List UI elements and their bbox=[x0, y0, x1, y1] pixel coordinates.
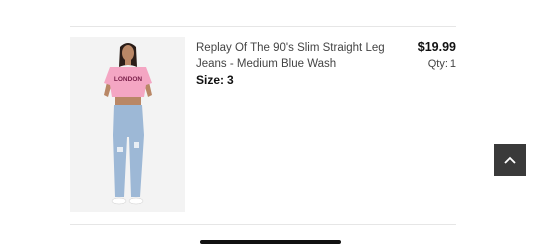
item-divider-bottom bbox=[70, 224, 456, 225]
product-name[interactable]: Replay Of The 90's Slim Straight Leg Jea… bbox=[196, 40, 396, 72]
product-image[interactable]: LONDON bbox=[70, 37, 185, 212]
size-value: 3 bbox=[227, 73, 234, 87]
chevron-up-icon bbox=[504, 151, 516, 169]
qty-value: 1 bbox=[449, 58, 456, 70]
cart-page: LONDON Replay Of The 90's Slim Straight … bbox=[0, 0, 541, 250]
size-label: Size: bbox=[196, 73, 225, 87]
scroll-to-top-button[interactable] bbox=[494, 144, 526, 176]
home-indicator bbox=[200, 240, 341, 244]
svg-text:LONDON: LONDON bbox=[114, 76, 142, 83]
product-price: $19.99 bbox=[417, 40, 456, 54]
qty-label: Qty: bbox=[427, 58, 448, 70]
product-size: Size: 3 bbox=[196, 73, 234, 87]
item-divider-top bbox=[70, 26, 456, 27]
product-quantity: Qty: 1 bbox=[428, 58, 456, 70]
